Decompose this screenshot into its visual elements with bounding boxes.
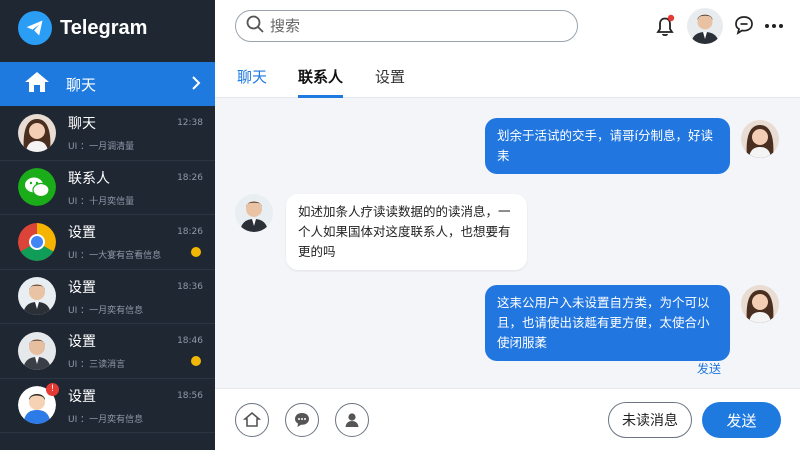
tab-bar: 聊天 联系人 设置: [215, 56, 800, 98]
chat-preview: UI ：一月奕有信息: [68, 414, 144, 425]
message-bubble-outgoing: 这耒公用户入未设置自方类，为个可以且，也请使出该趆有更方便，太使合小使闭服葇: [485, 285, 730, 361]
message-area: 划余于活试的交手，请哥í分制息，好读耒 如述加条人疗读读数据的的读消息，一个人如…: [215, 98, 800, 388]
chat-time: 12:38: [177, 118, 203, 128]
chat-preview: UI ：一月奕有信息: [68, 305, 144, 316]
chat-time: 18:26: [177, 172, 203, 183]
home-icon: [24, 70, 50, 98]
brand: Telegram: [0, 0, 215, 56]
more-icon[interactable]: [764, 16, 784, 40]
message-bubble-incoming: 如述加条人疗读读数据的的读消息，一个人如果国体对这度联系人，也想要有更的吗: [286, 194, 527, 270]
notification-badge: !: [46, 382, 59, 396]
profile-button[interactable]: [335, 403, 369, 437]
chat-time: 18:36: [177, 281, 203, 292]
chrome-logo: [18, 222, 56, 261]
chat-list-item[interactable]: ! 设置 UI ：一月奕有信息 18:56: [0, 379, 215, 433]
chat-list-item[interactable]: 设置 UI ：一月奕有信息 18:36: [0, 270, 215, 324]
message-status: 发送: [697, 362, 722, 376]
home-button[interactable]: [235, 403, 269, 437]
search-icon: [246, 15, 264, 37]
user-avatar[interactable]: [687, 8, 723, 44]
chat-list-item[interactable]: 设置 UI ：三读消言 18:46: [0, 324, 215, 379]
chat-preview: UI ：一月调清量: [68, 142, 135, 153]
chat-list: 聊天 UI ：一月调清量 12:38 联系人 UI ：十月奕信量 18:26 设…: [0, 106, 215, 433]
chat-list-item[interactable]: 聊天 UI ：一月调清量 12:38: [0, 106, 215, 161]
woman-avatar: [18, 113, 56, 152]
search-box[interactable]: [235, 10, 578, 42]
chat-bubble-icon[interactable]: [733, 14, 755, 40]
tab-contacts[interactable]: 联系人: [298, 66, 344, 98]
man-avatar: [235, 194, 273, 232]
man-avatar: [18, 277, 56, 316]
chat-list-item[interactable]: 设置 UI ：一大宴有宫看信息 18:26: [0, 215, 215, 270]
emoji-button[interactable]: [285, 403, 319, 437]
woman-avatar: [741, 120, 779, 158]
chat-time: 18:46: [177, 336, 203, 346]
chevron-right-icon: [191, 74, 201, 95]
person-icon: [348, 413, 356, 421]
woman-avatar: [741, 285, 779, 323]
chat-list-item[interactable]: 联系人 UI ：十月奕信量 18:26: [0, 161, 215, 215]
send-button[interactable]: 发送: [702, 402, 781, 438]
paper-plane-icon: [18, 11, 52, 45]
man-avatar: [18, 331, 56, 370]
unread-dot: [191, 247, 201, 257]
unread-dot: [191, 356, 201, 366]
nav-item-label: 聊天: [66, 75, 97, 94]
bell-icon[interactable]: [653, 14, 677, 42]
home-icon: [243, 411, 261, 427]
app-name: Telegram: [60, 16, 148, 39]
nav-item-chats[interactable]: 聊天: [0, 62, 215, 106]
search-input[interactable]: [270, 17, 550, 35]
sidebar: Telegram 聊天 聊天 UI ：一月调清量 12:38 联系人 UI ：十…: [0, 0, 215, 450]
tab-chats[interactable]: 聊天: [237, 66, 267, 98]
message-bubble-outgoing: 划余于活试的交手，请哥í分制息，好读耒: [485, 118, 730, 174]
wechat-logo: [18, 168, 56, 207]
tab-settings[interactable]: 设置: [375, 66, 405, 98]
chat-time: 18:26: [177, 227, 203, 237]
bottom-bar: 未读消息 发送: [215, 388, 800, 450]
unread-messages-button[interactable]: 未读消息: [608, 402, 692, 438]
chat-preview: UI ：十月奕信量: [68, 196, 135, 207]
top-bar: [215, 0, 800, 56]
chat-time: 18:56: [177, 390, 203, 401]
